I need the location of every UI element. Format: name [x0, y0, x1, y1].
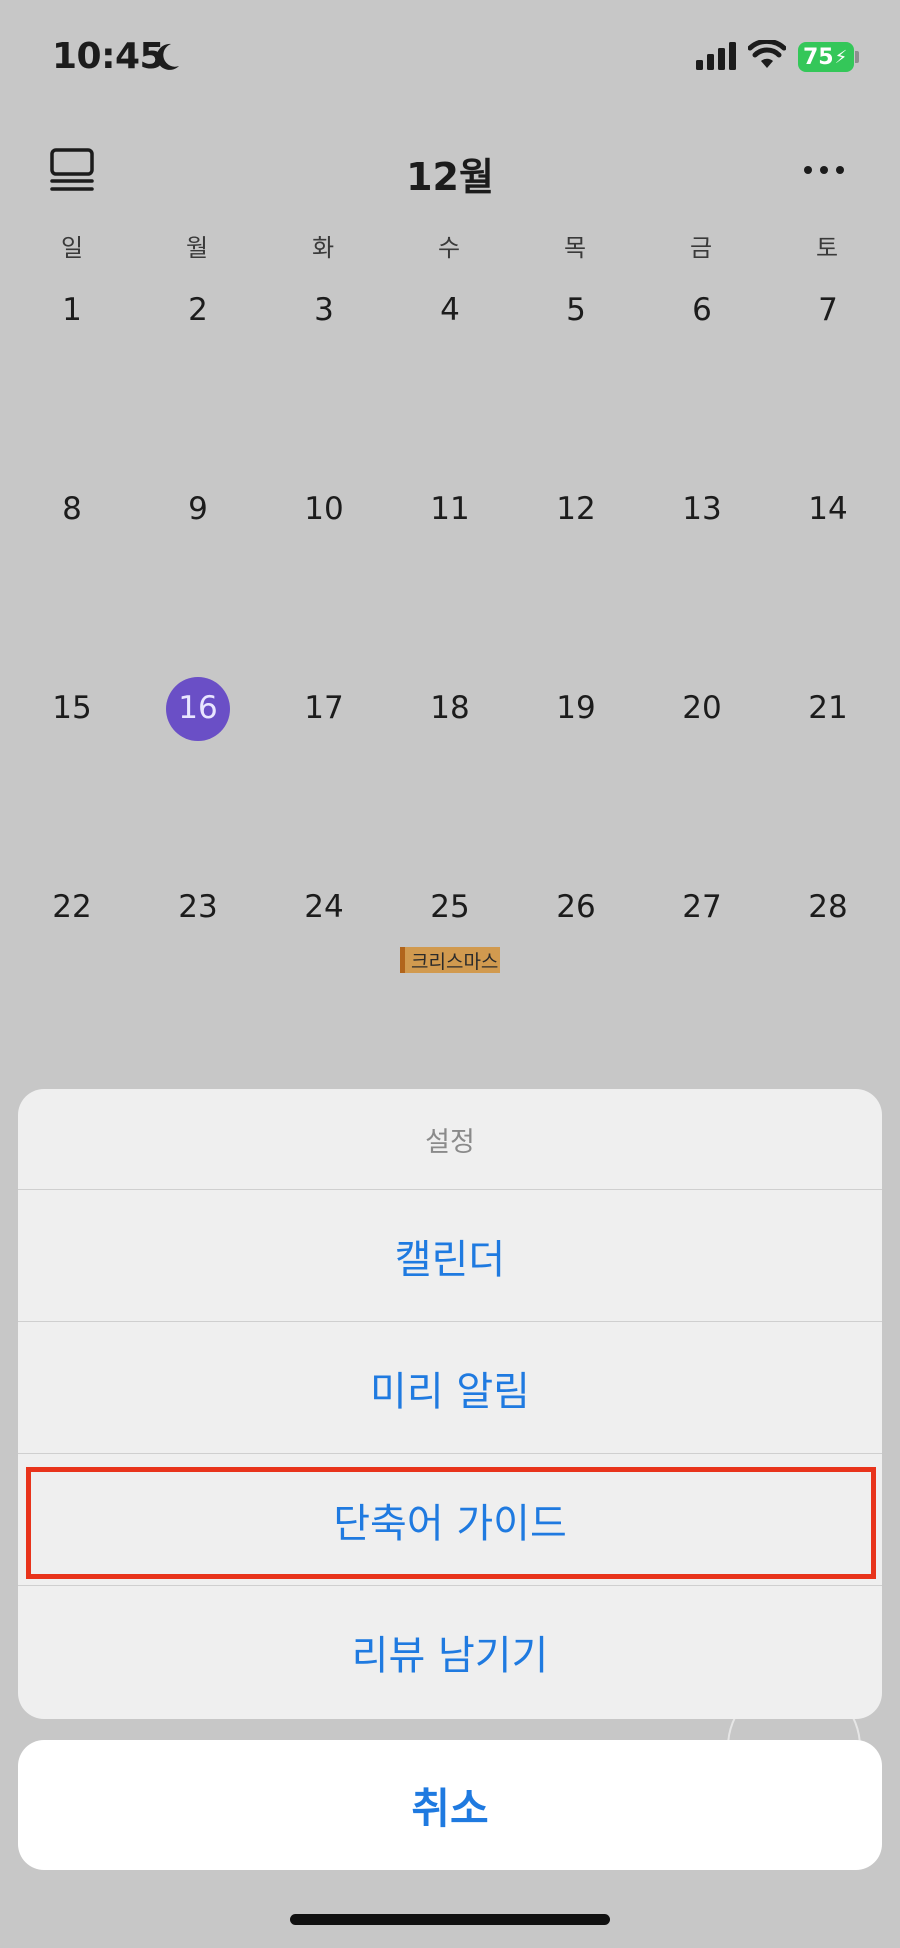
wifi-icon	[747, 38, 787, 74]
home-indicator[interactable]	[290, 1914, 610, 1925]
day-cell[interactable]: 26	[531, 889, 621, 925]
day-cell[interactable]: 10	[279, 491, 369, 527]
day-cell[interactable]: 11	[405, 491, 495, 527]
month-title: 12월	[406, 155, 494, 199]
battery-indicator: 75 ⚡	[798, 42, 854, 72]
battery-cap	[855, 51, 859, 63]
weekday-label: 수	[437, 234, 461, 262]
day-cell[interactable]: 12	[531, 491, 621, 527]
day-cell[interactable]: 15	[27, 690, 117, 726]
day-cell[interactable]: 9	[153, 491, 243, 527]
more-options-icon[interactable]	[800, 155, 848, 185]
day-cell[interactable]: 20	[657, 690, 747, 726]
weekday-label: 금	[689, 234, 713, 262]
moon-icon	[155, 42, 181, 76]
day-cell[interactable]: 25	[405, 889, 495, 925]
reminders-option[interactable]: 미리 알림	[18, 1322, 882, 1454]
day-cell[interactable]: 2	[153, 292, 243, 328]
day-cell[interactable]: 22	[27, 889, 117, 925]
cellular-signal-icon	[696, 42, 736, 74]
day-cell[interactable]: 13	[657, 491, 747, 527]
cancel-button[interactable]: 취소	[18, 1740, 882, 1870]
weekday-header: 일 월 화 수 목 금 토	[0, 228, 900, 262]
day-cell[interactable]: 7	[783, 292, 873, 328]
day-cell[interactable]: 21	[783, 690, 873, 726]
weekday-label: 목	[563, 234, 587, 262]
status-bar: 10:45 75 ⚡	[0, 0, 900, 115]
day-cell[interactable]: 27	[657, 889, 747, 925]
day-cell[interactable]: 23	[153, 889, 243, 925]
day-cell[interactable]: 6	[657, 292, 747, 328]
day-cell[interactable]: 3	[279, 292, 369, 328]
event-chip-christmas[interactable]: 크리스마스	[400, 947, 500, 973]
charging-bolt-icon: ⚡	[834, 46, 848, 68]
action-sheet-title: 설정	[18, 1089, 882, 1190]
highlight-annotation	[26, 1467, 876, 1579]
status-time: 10:45	[52, 36, 165, 77]
day-cell[interactable]: 19	[531, 690, 621, 726]
settings-action-sheet: 설정 캘린더 미리 알림 단축어 가이드 리뷰 남기기	[18, 1089, 882, 1719]
day-cell[interactable]: 5	[531, 292, 621, 328]
day-cell[interactable]: 1	[27, 292, 117, 328]
weekday-label: 일	[60, 234, 84, 262]
day-cell[interactable]: 18	[405, 690, 495, 726]
weekday-label: 월	[185, 234, 209, 262]
day-cell[interactable]: 8	[27, 491, 117, 527]
weekday-label: 화	[311, 234, 335, 262]
battery-level: 75	[803, 44, 834, 70]
leave-review-option[interactable]: 리뷰 남기기	[18, 1586, 882, 1718]
day-cell[interactable]: 4	[405, 292, 495, 328]
day-cell[interactable]: 28	[783, 889, 873, 925]
calendar-option[interactable]: 캘린더	[18, 1190, 882, 1322]
day-cell[interactable]: 14	[783, 491, 873, 527]
day-cell-today[interactable]: 16	[153, 690, 243, 726]
weekday-label: 토	[815, 234, 839, 262]
day-cell[interactable]: 24	[279, 889, 369, 925]
day-cell[interactable]: 17	[279, 690, 369, 726]
